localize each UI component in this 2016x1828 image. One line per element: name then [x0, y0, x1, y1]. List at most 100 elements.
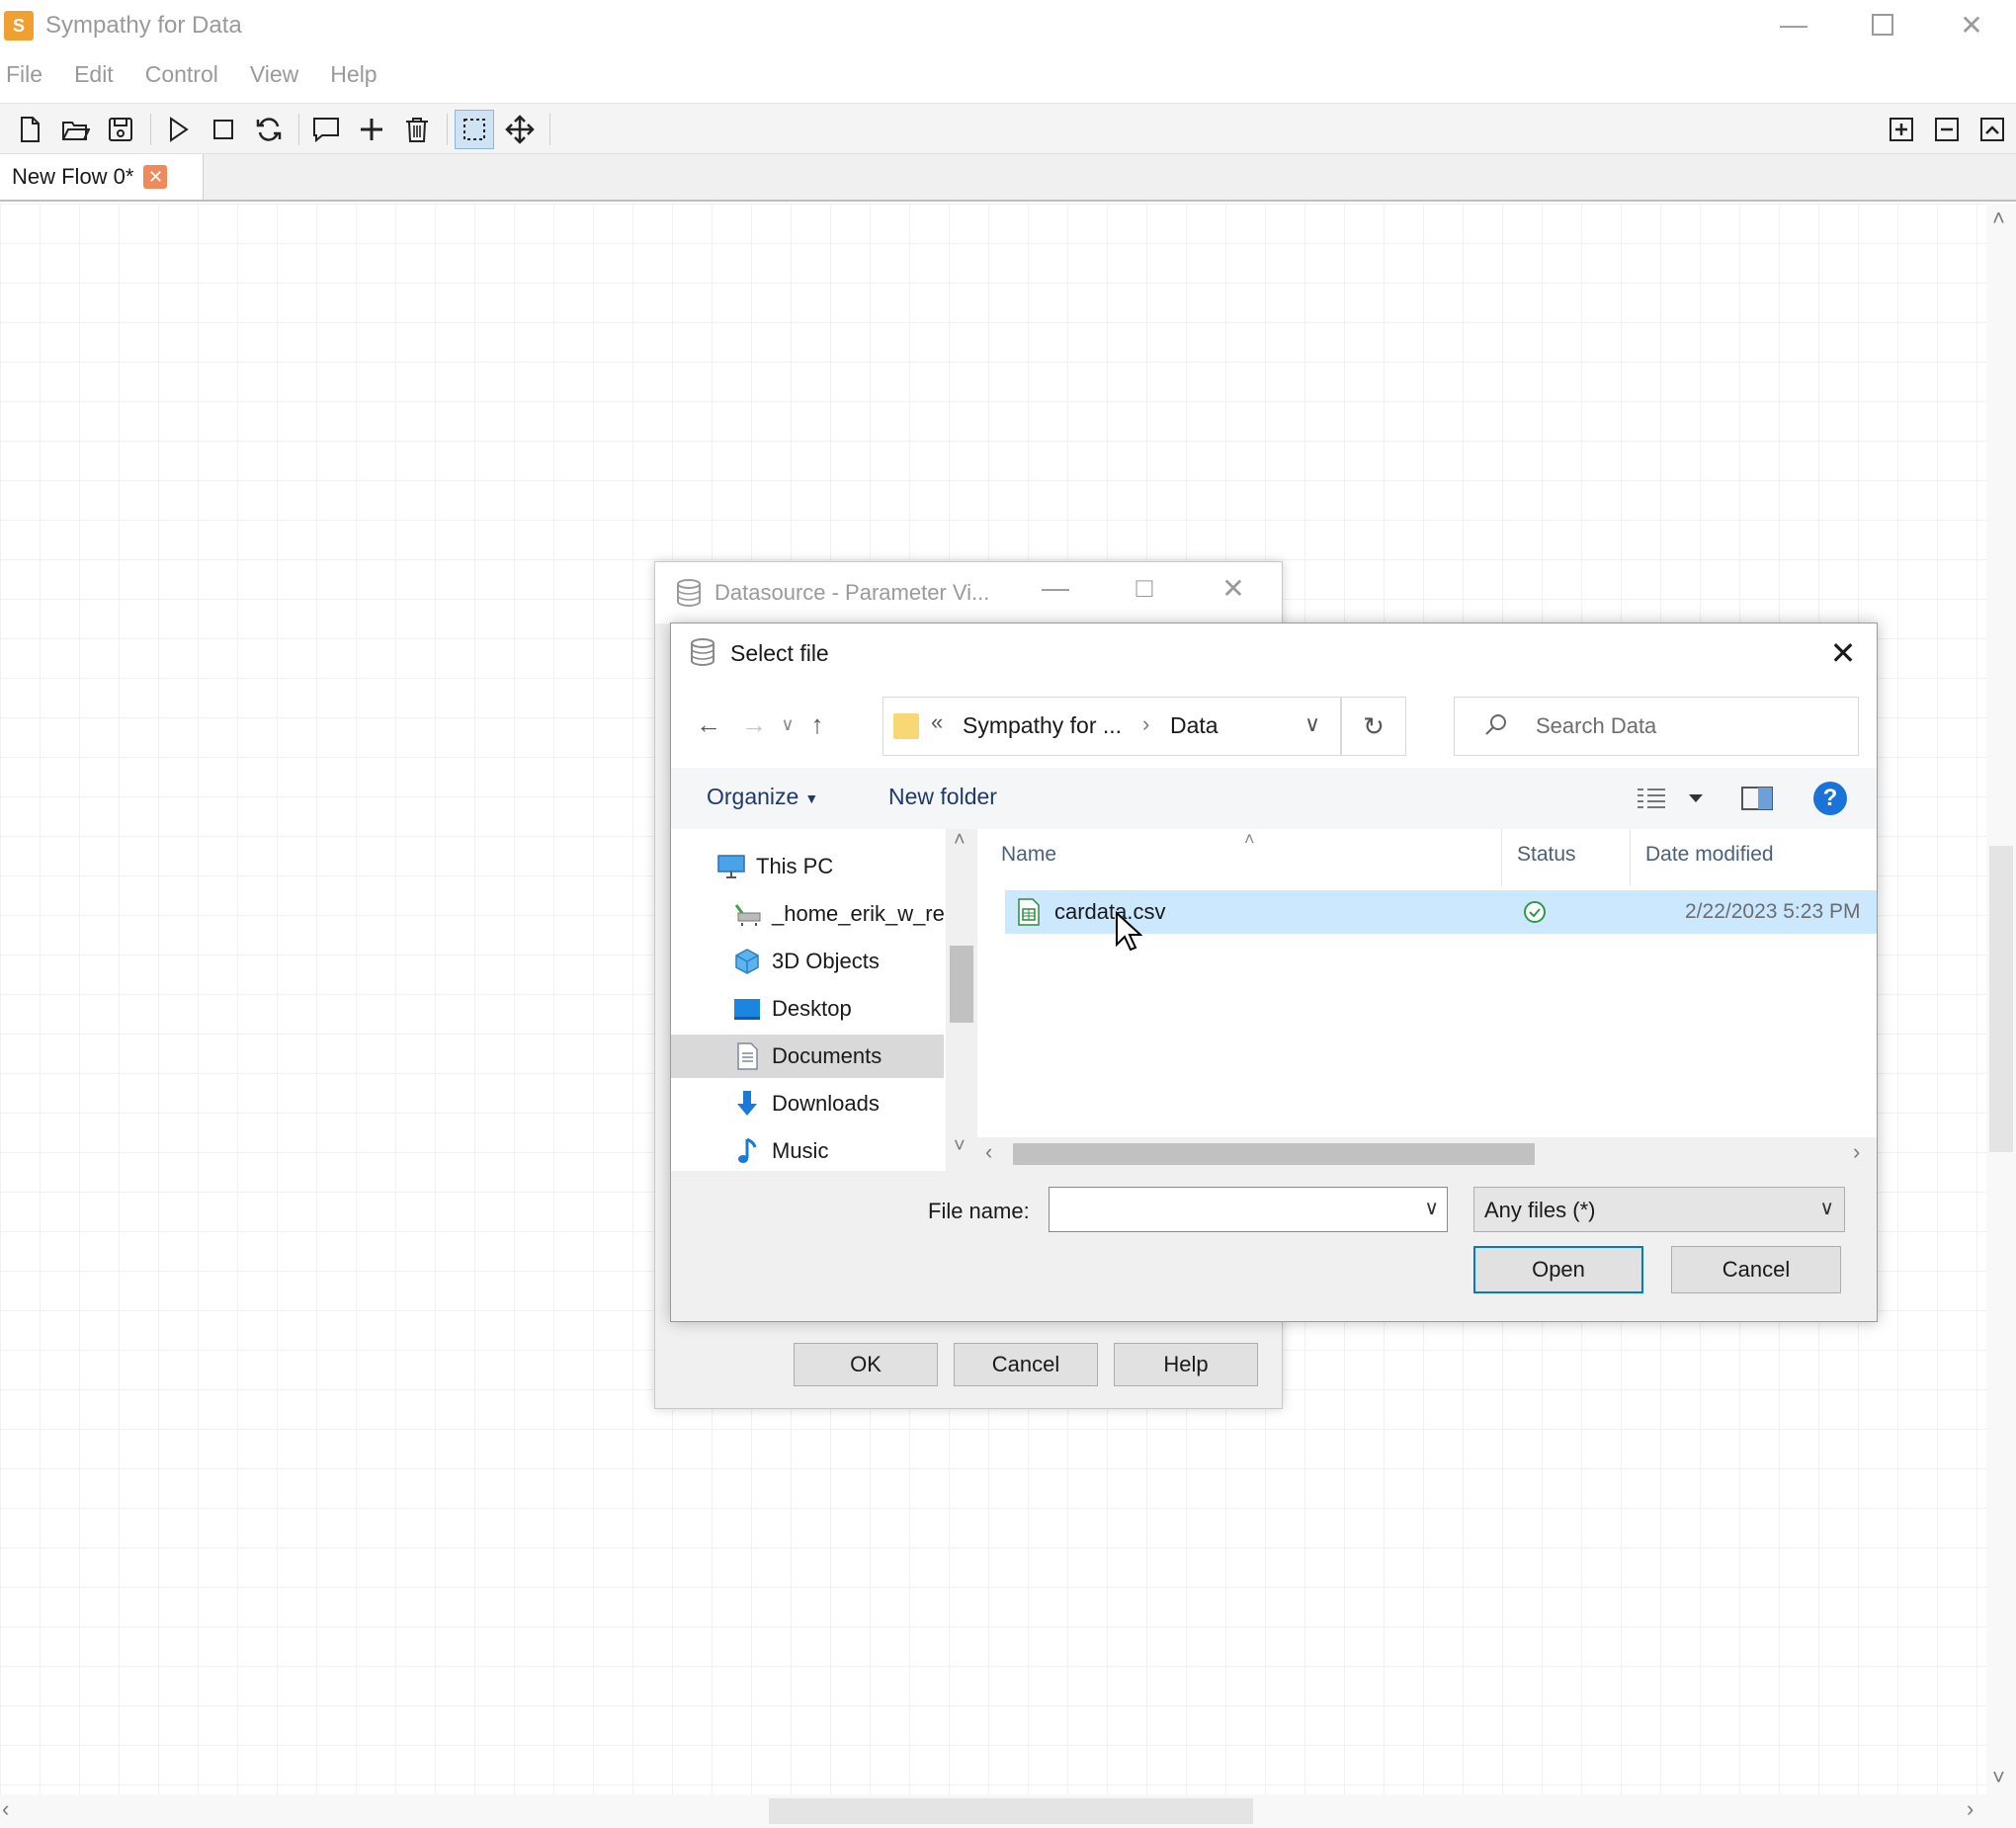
maximize-icon	[1872, 14, 1893, 36]
file-scroll-left-icon[interactable]: ‹	[985, 1139, 992, 1165]
horizontal-scroll-thumb[interactable]	[769, 1798, 1253, 1824]
title-bar: S Sympathy for Data — ✕	[0, 0, 2016, 49]
scroll-right-icon[interactable]: ›	[1967, 1796, 1974, 1822]
zoom-out-icon[interactable]	[1927, 110, 1967, 149]
forward-arrow-icon[interactable]: →	[736, 706, 772, 742]
delete-icon[interactable]	[397, 110, 437, 149]
database-icon	[675, 578, 703, 613]
new-folder-button[interactable]: New folder	[888, 784, 997, 810]
column-header-status[interactable]: Status	[1517, 843, 1576, 867]
address-overflow-icon[interactable]: «	[931, 709, 943, 735]
datasource-close-button[interactable]: ✕	[1209, 572, 1258, 612]
back-arrow-icon[interactable]: ←	[691, 706, 726, 742]
file-scroll-right-icon[interactable]: ›	[1853, 1139, 1860, 1165]
new-file-icon[interactable]	[10, 110, 49, 149]
toolbar	[0, 103, 2016, 154]
scroll-up-icon[interactable]: ˄	[1992, 206, 2005, 231]
download-arrow-icon	[732, 1089, 762, 1119]
tree-label: _home_erik_w_re	[772, 901, 945, 926]
file-type-value: Any files (*)	[1484, 1198, 1596, 1222]
sync-status-check-icon	[1524, 901, 1546, 923]
help-icon[interactable]: ?	[1813, 782, 1847, 815]
close-window-button[interactable]: ✕	[1927, 0, 2016, 49]
preview-pane-icon[interactable]	[1740, 784, 1774, 818]
help-button[interactable]: Help	[1114, 1343, 1258, 1386]
organize-button[interactable]: Organize ▼	[707, 784, 818, 810]
address-bar[interactable]: « Sympathy for ... › Data ∨	[882, 697, 1341, 756]
tree-item-music[interactable]: Music	[671, 1129, 946, 1173]
menu-view[interactable]: View	[240, 61, 308, 95]
column-header-name[interactable]: Name	[1001, 843, 1056, 867]
comment-icon[interactable]	[306, 110, 346, 149]
open-button[interactable]: Open	[1473, 1246, 1643, 1293]
scroll-down-icon[interactable]: ˅	[1992, 1765, 2005, 1790]
select-icon[interactable]	[455, 110, 494, 149]
datasource-minimize-button[interactable]: —	[1031, 572, 1080, 612]
tree-scrollbar[interactable]: ˄ ˅	[946, 829, 977, 1171]
search-input[interactable]: Search Data	[1536, 713, 1656, 739]
file-name-input[interactable]: ∨	[1049, 1187, 1448, 1232]
breadcrumb-sympathy[interactable]: Sympathy for ...	[963, 712, 1122, 739]
menu-edit[interactable]: Edit	[64, 61, 124, 95]
datasource-maximize-button[interactable]: □	[1120, 572, 1169, 612]
breadcrumb-data[interactable]: Data	[1170, 712, 1218, 739]
tree-item-home-erik[interactable]: _home_erik_w_re	[671, 892, 946, 936]
file-list-hscrollbar[interactable]: ‹ ›	[977, 1137, 1877, 1171]
add-icon[interactable]	[352, 110, 391, 149]
menu-file[interactable]: File	[0, 61, 52, 95]
scroll-left-icon[interactable]: ‹	[2, 1796, 9, 1822]
tab-new-flow[interactable]: New Flow 0* ✕	[0, 154, 204, 200]
close-tab-icon[interactable]: ✕	[143, 165, 168, 189]
tree-scroll-thumb[interactable]	[950, 946, 973, 1023]
open-folder-icon[interactable]	[55, 110, 95, 149]
select-file-close-button[interactable]: ✕	[1821, 631, 1865, 675]
file-date-modified: 2/22/2023 5:23 PM	[1685, 900, 1861, 923]
tree-scroll-down-icon[interactable]: ˅	[954, 1135, 966, 1158]
run-icon[interactable]	[158, 110, 198, 149]
tree-item-3d-objects[interactable]: 3D Objects	[671, 940, 946, 983]
command-bar: Organize ▼ New folder ?	[671, 768, 1877, 829]
tree-label: 3D Objects	[772, 949, 880, 973]
cancel-button[interactable]: Cancel	[1671, 1246, 1841, 1293]
tree-label: Desktop	[772, 996, 852, 1021]
horizontal-scrollbar[interactable]: ‹ ›	[0, 1794, 2016, 1828]
refresh-icon[interactable]: ↻	[1341, 697, 1406, 756]
zoom-in-icon[interactable]	[1882, 110, 1921, 149]
desktop-icon	[732, 994, 762, 1024]
sympathy-logo-icon: S	[4, 11, 34, 41]
vertical-scroll-thumb[interactable]	[1989, 846, 2013, 1152]
cube-icon	[732, 947, 762, 976]
folder-icon	[893, 713, 919, 739]
file-list: ˄ Name Status Date modified cardata.csv …	[977, 829, 1877, 1171]
menu-help[interactable]: Help	[320, 61, 386, 95]
reload-icon[interactable]	[249, 110, 289, 149]
select-file-dialog: Select file ✕ ← → ∨ ↑ « Sympathy for ...…	[670, 623, 1878, 1322]
database-icon	[689, 637, 716, 672]
fit-icon[interactable]	[1973, 110, 2012, 149]
file-name-dropdown-icon[interactable]: ∨	[1424, 1196, 1439, 1220]
menu-control[interactable]: Control	[135, 61, 228, 95]
tree-item-this-pc[interactable]: This PC	[671, 845, 946, 888]
vertical-scrollbar[interactable]: ˄ ˅	[1986, 204, 2016, 1794]
stop-icon[interactable]	[204, 110, 243, 149]
tree-label: Documents	[772, 1043, 882, 1068]
maximize-button[interactable]	[1838, 0, 1927, 49]
tree-label: Music	[772, 1138, 829, 1163]
tree-item-downloads[interactable]: Downloads	[671, 1082, 946, 1125]
search-box[interactable]: Search Data	[1454, 697, 1859, 756]
tree-item-desktop[interactable]: Desktop	[671, 987, 946, 1031]
view-options-icon[interactable]	[1634, 784, 1703, 818]
column-header-date-modified[interactable]: Date modified	[1645, 843, 1774, 867]
file-list-scroll-thumb[interactable]	[1013, 1143, 1535, 1165]
datasource-cancel-button[interactable]: Cancel	[954, 1343, 1098, 1386]
sort-ascending-icon: ˄	[1244, 829, 1255, 849]
tree-scroll-up-icon[interactable]: ˄	[954, 829, 966, 852]
save-icon[interactable]	[101, 110, 140, 149]
file-type-select[interactable]: Any files (*) ∨	[1473, 1187, 1845, 1232]
minimize-button[interactable]: —	[1749, 0, 1838, 49]
tree-item-documents[interactable]: Documents	[671, 1035, 944, 1078]
up-arrow-icon[interactable]: ↑	[799, 706, 835, 742]
move-icon[interactable]	[500, 110, 540, 149]
ok-button[interactable]: OK	[794, 1343, 938, 1386]
address-dropdown-icon[interactable]: ∨	[1304, 711, 1320, 737]
